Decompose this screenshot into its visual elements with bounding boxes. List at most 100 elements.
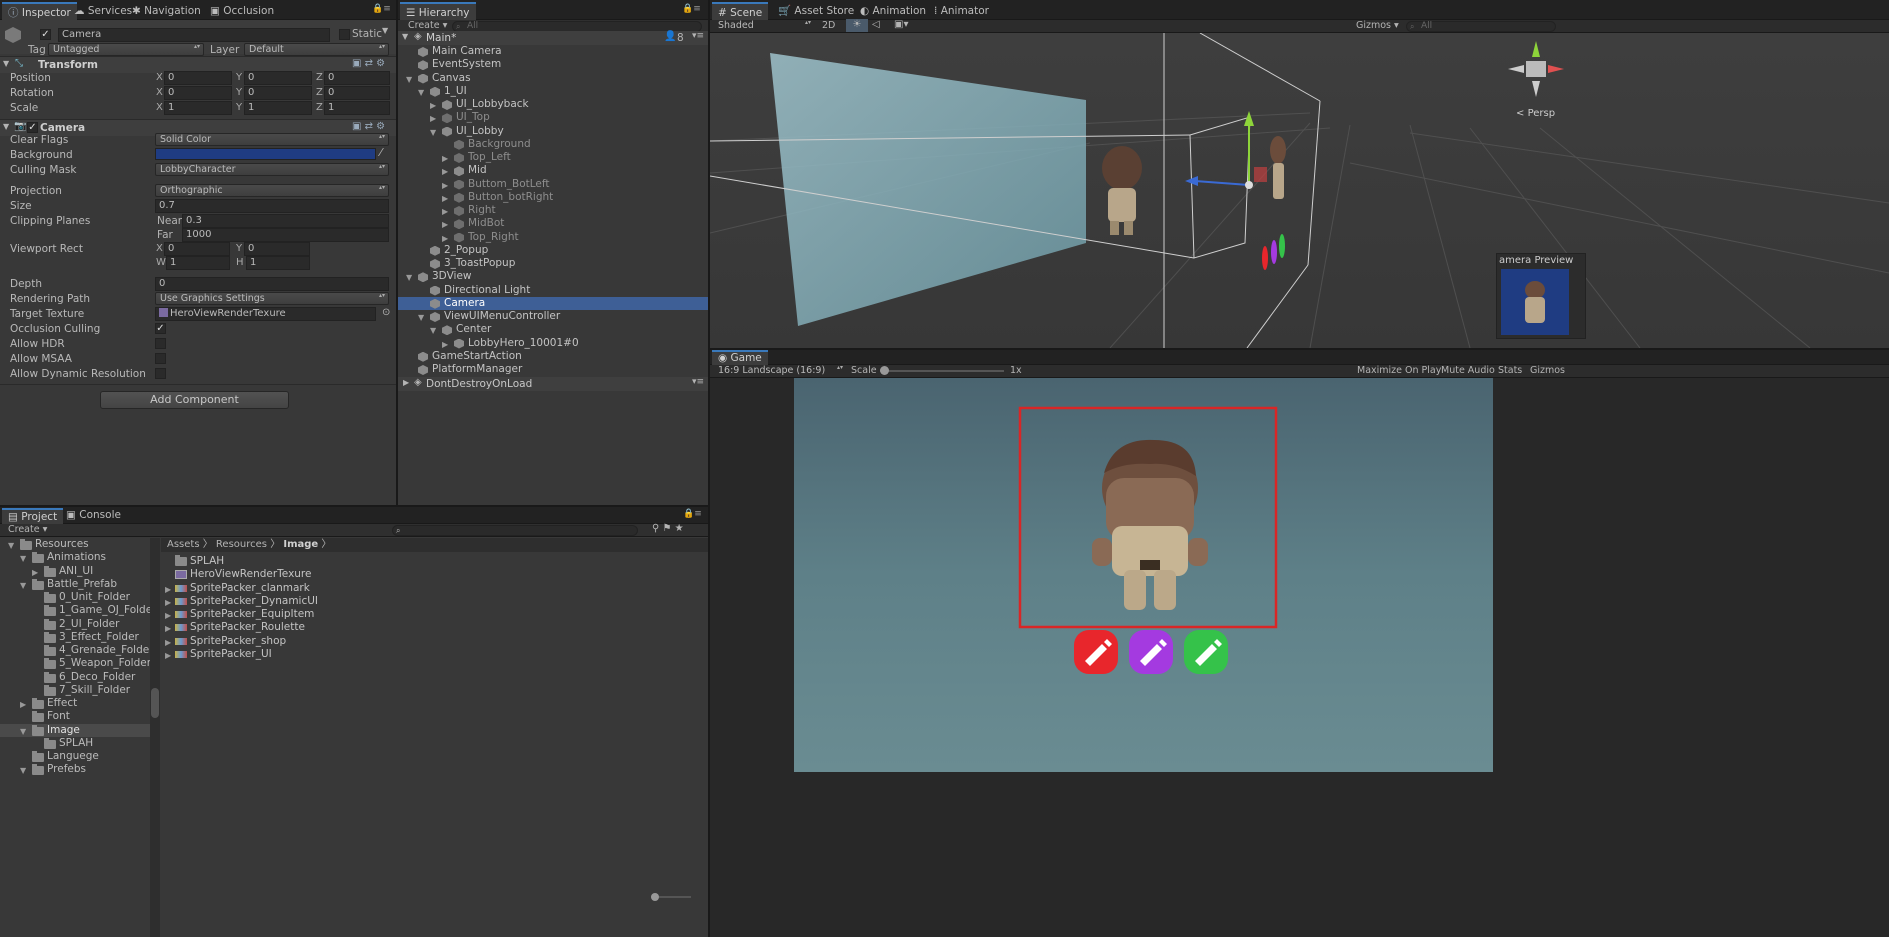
hierarchy-item[interactable]: ▶ UI_Lobbyback <box>398 98 708 111</box>
foldout-closed-icon[interactable]: ▶ <box>165 596 171 609</box>
maximize-on-play-toggle[interactable]: Maximize On Play <box>1357 365 1441 376</box>
hierarchy-item[interactable]: ▼ 3DView <box>398 270 708 283</box>
rendering-path-dropdown[interactable]: Use Graphics Settings <box>155 292 389 305</box>
stats-toggle[interactable]: Stats <box>1498 365 1522 376</box>
tab-navigation[interactable]: ✱ Navigation <box>126 2 207 20</box>
component-menu-icons[interactable]: ▣ ⇄ ⚙ <box>352 58 385 69</box>
asset-item[interactable]: ▶ SpritePacker_clanmark <box>161 582 708 595</box>
layer-dropdown[interactable]: Default <box>244 43 389 56</box>
foldout-closed-icon[interactable]: ▶ <box>442 192 448 205</box>
position-z-field[interactable]: 0 <box>324 71 390 85</box>
hierarchy-item[interactable]: GameStartAction <box>398 350 708 363</box>
far-field[interactable]: 1000 <box>182 228 389 242</box>
foldout-closed-icon[interactable]: ▶ <box>442 152 448 165</box>
scene-root-row[interactable]: ▼ ◈ Main* 👤 8 ▾≡ <box>398 31 708 45</box>
depth-field[interactable]: 0 <box>155 277 389 291</box>
folder-tree-item[interactable]: Font <box>0 710 150 723</box>
hierarchy-item[interactable]: ▶ Right <box>398 204 708 217</box>
foldout-closed-icon[interactable]: ▶ <box>165 583 171 596</box>
foldout-closed-icon[interactable]: ▶ <box>165 636 171 649</box>
hierarchy-item[interactable]: PlatformManager <box>398 363 708 376</box>
foldout-open-icon[interactable]: ▼ <box>20 764 26 777</box>
occlusion-culling-checkbox[interactable]: ✓ <box>155 323 166 334</box>
viewport-x-field[interactable]: 0 <box>164 242 230 256</box>
projection-dropdown[interactable]: Orthographic <box>155 184 389 197</box>
tab-game[interactable]: ◉ Game <box>712 350 768 365</box>
perspective-label[interactable]: < Persp <box>1516 108 1555 119</box>
2d-toggle[interactable]: 2D <box>822 20 835 31</box>
asset-item[interactable]: ▶ SpritePacker_Roulette <box>161 621 708 634</box>
target-texture-field[interactable]: HeroViewRenderTexure <box>155 307 376 321</box>
hierarchy-item[interactable]: ▼ 1_UI <box>398 85 708 98</box>
foldout-closed-icon[interactable]: ▶ <box>165 622 171 635</box>
aspect-dropdown[interactable]: 16:9 Landscape (16:9) <box>714 365 846 377</box>
position-x-field[interactable]: 0 <box>164 71 232 85</box>
audio-toggle-icon[interactable]: ◁ <box>872 19 880 30</box>
foldout-closed-icon[interactable]: ▶ <box>32 566 38 579</box>
foldout-closed-icon[interactable]: ▶ <box>442 179 448 192</box>
foldout-open-icon[interactable]: ▼ <box>406 73 412 86</box>
folder-tree-item[interactable]: 4_Grenade_Folder <box>0 644 150 657</box>
allow-hdr-checkbox[interactable] <box>155 338 166 349</box>
zoom-slider[interactable] <box>651 893 691 901</box>
gizmos-dropdown[interactable]: Gizmos ▾ <box>1356 20 1399 31</box>
lock-icon[interactable]: 🔒≡ <box>683 509 702 519</box>
mute-audio-toggle[interactable]: Mute Audio <box>1441 365 1495 376</box>
create-dropdown[interactable]: Create ▾ <box>8 524 47 535</box>
scale-slider[interactable] <box>880 366 1004 375</box>
hierarchy-item[interactable]: ▶ Top_Right <box>398 231 708 244</box>
foldout-open-icon[interactable]: ▼ <box>20 579 26 592</box>
folder-tree-item[interactable]: ▼ Resources <box>0 538 150 551</box>
hierarchy-item[interactable]: ▶ Top_Left <box>398 151 708 164</box>
object-picker-icon[interactable]: ⊙ <box>382 307 390 318</box>
tab-inspector[interactable]: ⓘ Inspector <box>2 2 77 20</box>
slider-thumb[interactable] <box>651 893 659 901</box>
lock-icon[interactable]: 🔒≡ <box>682 4 701 14</box>
component-menu-icons[interactable]: ▣ ⇄ ⚙ <box>352 121 385 132</box>
foldout-closed-icon[interactable]: ▶ <box>442 232 448 245</box>
foldout-open-icon[interactable]: ▼ <box>418 311 424 324</box>
breadcrumb-item[interactable]: Image <box>283 539 318 550</box>
foldout-open-icon[interactable]: ▼ <box>20 552 26 565</box>
hierarchy-item[interactable]: Camera <box>398 296 708 310</box>
create-dropdown[interactable]: Create ▾ <box>408 20 447 31</box>
foldout-closed-icon[interactable]: ▶ <box>442 165 448 178</box>
allow-msaa-checkbox[interactable] <box>155 353 166 364</box>
folder-tree-item[interactable]: SPLAH <box>0 737 150 750</box>
edit-button[interactable] <box>1129 630 1173 674</box>
tab-hierarchy[interactable]: ☰ Hierarchy <box>400 2 476 20</box>
folder-tree-item[interactable]: ▶ Effect <box>0 697 150 710</box>
foldout-closed-icon[interactable]: ▶ <box>430 99 436 112</box>
foldout-closed-icon[interactable]: ▶ <box>165 609 171 622</box>
hierarchy-item[interactable]: Main Camera <box>398 45 708 58</box>
clear-flags-dropdown[interactable]: Solid Color <box>155 133 389 146</box>
hierarchy-item[interactable]: 2_Popup <box>398 244 708 257</box>
scene-search-input[interactable]: ⌕ All <box>1406 21 1556 32</box>
viewport-y-field[interactable]: 0 <box>244 242 310 256</box>
hierarchy-item[interactable]: ▼ Center <box>398 323 708 336</box>
folder-tree-item[interactable]: ▼ Image <box>0 723 150 737</box>
tab-occlusion[interactable]: ▣ Occlusion <box>204 2 280 20</box>
asset-item[interactable]: ▶ SpritePacker_shop <box>161 635 708 648</box>
position-y-field[interactable]: 0 <box>244 71 312 85</box>
camera-enabled-checkbox[interactable]: ✓ <box>27 122 38 133</box>
hierarchy-item[interactable]: EventSystem <box>398 58 708 71</box>
scrollbar-thumb[interactable] <box>151 688 159 718</box>
scene-viewport[interactable] <box>710 33 1889 348</box>
tab-animation[interactable]: ◐ Animation <box>854 2 932 20</box>
asset-item[interactable]: ▶ SpritePacker_DynamicUI <box>161 595 708 608</box>
object-name-field[interactable]: Camera <box>58 28 330 42</box>
foldout-open-icon[interactable]: ▼ <box>406 271 412 284</box>
folder-tree-item[interactable]: 7_Skill_Folder <box>0 684 150 697</box>
lighting-toggle-icon[interactable]: ☀ <box>846 19 868 32</box>
add-component-button[interactable]: Add Component <box>100 391 289 409</box>
slider-thumb[interactable] <box>880 366 889 375</box>
hierarchy-item[interactable]: 3_ToastPopup <box>398 257 708 270</box>
foldout-closed-icon[interactable]: ▶ <box>442 205 448 218</box>
folder-tree-item[interactable]: 3_Effect_Folder <box>0 631 150 644</box>
folder-tree-item[interactable]: ▶ ANI_UI <box>0 565 150 578</box>
edit-button[interactable] <box>1184 630 1228 674</box>
foldout-closed-icon[interactable]: ▶ <box>430 112 436 125</box>
scene-menu-icon[interactable]: ▾≡ <box>692 377 704 387</box>
project-search-input[interactable]: ⌕ <box>392 525 638 536</box>
